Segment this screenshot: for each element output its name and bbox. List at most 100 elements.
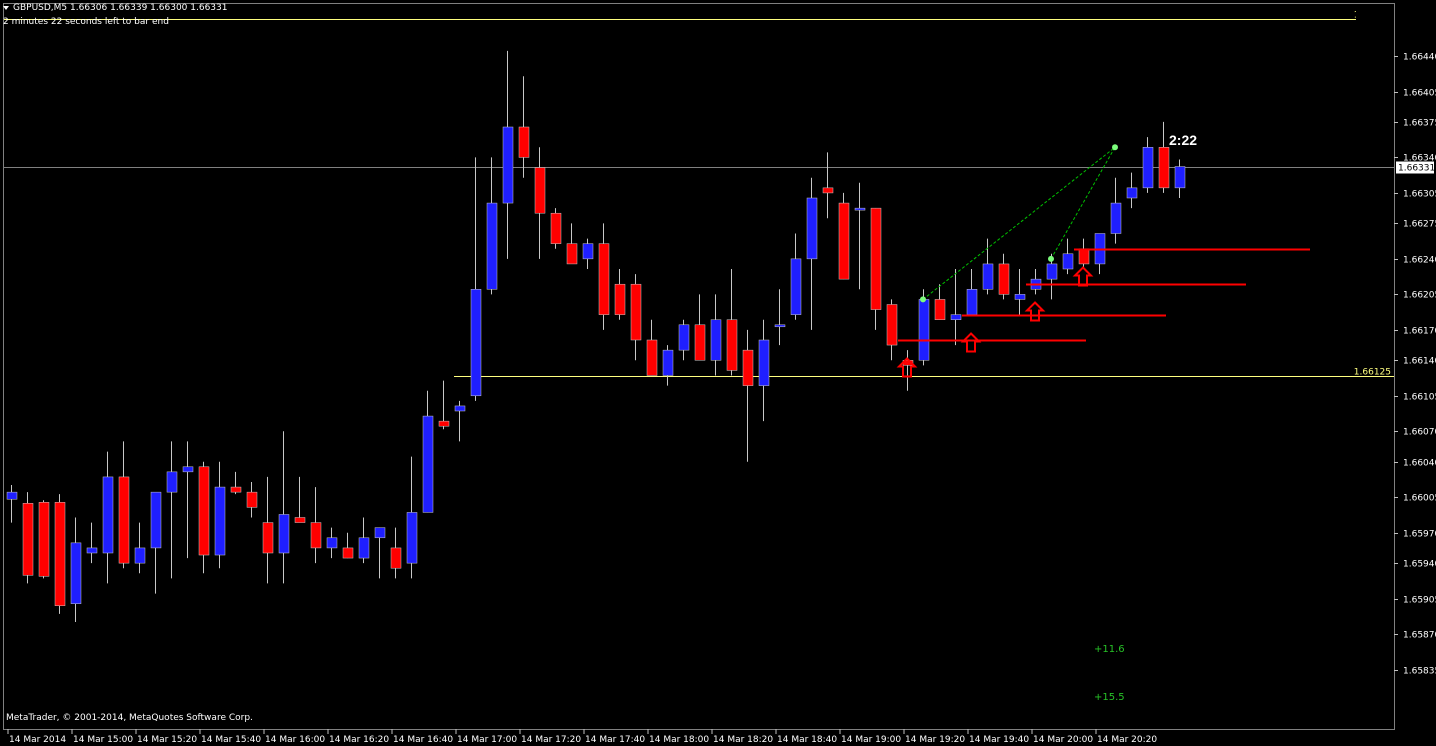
candle-body xyxy=(438,420,450,427)
candle-body xyxy=(598,243,610,315)
candle-body xyxy=(166,471,178,493)
candle-body xyxy=(454,405,466,412)
trend-marker xyxy=(1112,144,1118,151)
y-tick-label: 1.66405 xyxy=(1403,89,1436,99)
x-tick-label: 14 Mar 19:20 xyxy=(905,735,965,745)
candle-body xyxy=(86,547,98,554)
candle-body xyxy=(982,263,994,290)
x-tick-label: 14 Mar 20:20 xyxy=(1097,735,1157,745)
candle-body xyxy=(1126,187,1138,199)
level-box xyxy=(1356,10,1394,22)
y-tick-label: 1.65970 xyxy=(1403,530,1436,540)
x-tick-label: 14 Mar 19:00 xyxy=(841,735,901,745)
candle-body xyxy=(710,319,722,361)
y-tick-label: 1.66205 xyxy=(1403,291,1436,301)
candle-body xyxy=(262,522,274,554)
candle-body xyxy=(806,197,818,260)
y-tick-label: 1.65870 xyxy=(1403,631,1436,641)
countdown-label: 2:22 xyxy=(1169,132,1198,148)
candle-body xyxy=(678,324,690,351)
x-tick-label: 14 Mar 2014 xyxy=(9,735,66,745)
y-tick-label: 1.65940 xyxy=(1403,560,1436,570)
candle-body xyxy=(6,491,18,500)
candle-body xyxy=(54,502,66,606)
candle-body xyxy=(358,537,370,559)
candle-body xyxy=(966,289,978,315)
y-tick-label: 1.65905 xyxy=(1403,596,1436,606)
candle-body xyxy=(198,466,210,556)
candle-body xyxy=(38,502,50,577)
x-tick-label: 14 Mar 15:40 xyxy=(201,735,261,745)
candle-body xyxy=(70,542,82,604)
bar-timer-status: 2 minutes 22 seconds left to bar end xyxy=(3,17,169,27)
candle-body xyxy=(582,243,594,260)
y-tick-label: 1.66240 xyxy=(1403,256,1436,266)
candle-body xyxy=(278,514,290,554)
candle-body xyxy=(102,476,114,554)
pips-label-2: +15.5 xyxy=(1094,692,1125,703)
candle-body xyxy=(1078,248,1090,265)
candle-body xyxy=(758,339,770,386)
candle-body xyxy=(1014,294,1026,300)
candle-body xyxy=(134,547,146,564)
candle-body xyxy=(566,243,578,265)
candle-body xyxy=(934,299,946,320)
candle-body xyxy=(342,547,354,559)
candle-body xyxy=(774,324,786,328)
candle-body xyxy=(310,522,322,549)
candle-body xyxy=(486,202,498,290)
candle-body xyxy=(534,167,546,214)
candle-body xyxy=(838,202,850,280)
x-tick-label: 14 Mar 16:00 xyxy=(265,735,325,745)
chart-background xyxy=(0,0,1436,746)
y-tick-label: 1.66070 xyxy=(1403,428,1436,438)
y-tick-label: 1.66375 xyxy=(1403,119,1436,129)
candle-body xyxy=(630,283,642,341)
y-tick-label: 1.66040 xyxy=(1403,459,1436,469)
candle-body xyxy=(550,212,562,244)
candle-body xyxy=(374,527,386,539)
y-tick-label: 1.66140 xyxy=(1403,357,1436,367)
y-tick-label: 1.66440 xyxy=(1403,53,1436,63)
candle-body xyxy=(646,339,658,376)
x-tick-label: 14 Mar 18:40 xyxy=(777,735,837,745)
x-tick-label: 14 Mar 15:00 xyxy=(73,735,133,745)
candle-body xyxy=(742,349,754,386)
trend-marker xyxy=(1048,255,1054,262)
candle-body xyxy=(406,512,418,564)
dropdown-triangle-icon[interactable] xyxy=(3,5,9,10)
chart-title: GBPUSD,M5 1.66306 1.66339 1.66300 1.6633… xyxy=(3,3,227,13)
x-tick-label: 14 Mar 19:40 xyxy=(969,735,1029,745)
candle-body xyxy=(822,187,834,194)
candle-body xyxy=(422,415,434,513)
candle-body xyxy=(886,304,898,346)
y-tick-label: 1.66305 xyxy=(1403,190,1436,200)
candle-body xyxy=(918,299,930,361)
y-tick-label: 1.66005 xyxy=(1403,494,1436,504)
candle-body xyxy=(390,547,402,569)
candle-body xyxy=(182,466,194,473)
candle-body xyxy=(1110,202,1122,234)
candle-body xyxy=(1158,147,1170,189)
candle-body xyxy=(150,491,162,549)
candle-body xyxy=(1174,166,1186,189)
candle-body xyxy=(790,258,802,315)
x-tick-label: 14 Mar 16:40 xyxy=(393,735,453,745)
candle-body xyxy=(614,283,626,315)
candle-body xyxy=(470,289,482,397)
symbol-quote: GBPUSD,M5 1.66306 1.66339 1.66300 1.6633… xyxy=(13,3,228,13)
pips-label-1: +11.6 xyxy=(1094,644,1125,655)
x-tick-label: 14 Mar 20:00 xyxy=(1033,735,1093,745)
level-label: 1.66125 xyxy=(1354,368,1391,378)
candle-body xyxy=(870,207,882,310)
y-tick-label: 1.66105 xyxy=(1403,393,1436,403)
x-tick-label: 14 Mar 15:20 xyxy=(137,735,197,745)
candle-body xyxy=(326,537,338,549)
candle-body xyxy=(950,314,962,320)
candle-body xyxy=(998,263,1010,295)
candle-body xyxy=(118,476,130,564)
candle-body xyxy=(246,491,258,508)
candlestick-chart: 1.664761.66125 1.664401.664051.663751.66… xyxy=(0,0,1436,746)
current-price-label: 1.66331 xyxy=(1398,164,1435,174)
x-tick-label: 14 Mar 16:20 xyxy=(329,735,389,745)
